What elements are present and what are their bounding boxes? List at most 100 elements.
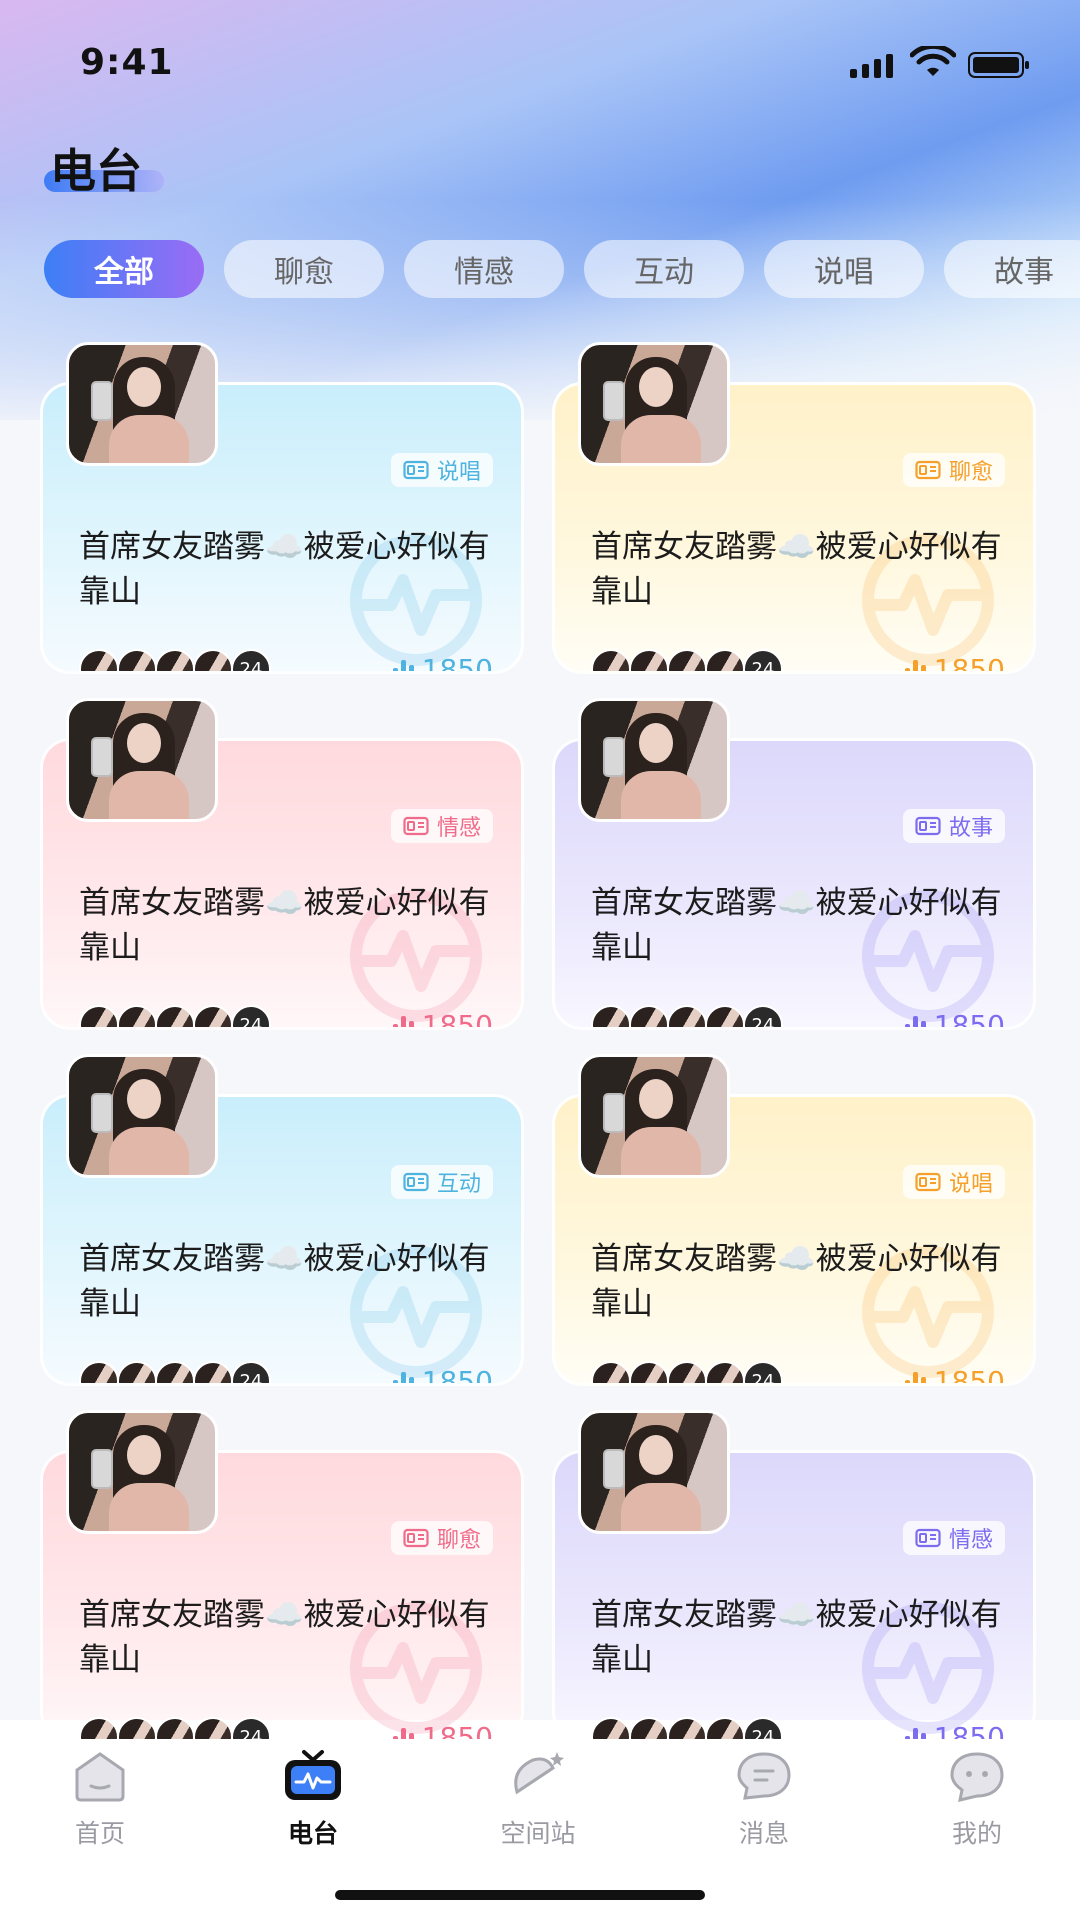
card-title: 首席女友踏雾☁️被爱心好似有靠山 — [79, 885, 490, 966]
listener-avatars: 24 — [591, 649, 783, 671]
listener-avatar — [629, 1717, 669, 1739]
audio-bars-icon — [392, 1015, 414, 1027]
radio-icon — [403, 460, 429, 480]
radio-room-card[interactable]: 聊愈 首席女友踏雾☁️被爱心好似有靠山 24 1850 — [40, 1410, 524, 1742]
category-tag: 情感 — [902, 1521, 1005, 1555]
listener-count: 24 — [231, 1361, 271, 1383]
play-count: 1850 — [904, 1009, 1005, 1027]
audio-bars-icon — [392, 659, 414, 671]
category-tag-label: 情感 — [948, 1528, 993, 1553]
category-tag-label: 说唱 — [948, 1172, 993, 1197]
listener-avatars: 24 — [79, 1361, 271, 1383]
play-count-value: 1850 — [933, 1721, 1005, 1742]
radio-room-card[interactable]: 互动 首席女友踏雾☁️被爱心好似有靠山 24 1850 — [40, 1054, 524, 1386]
radio-icon — [915, 460, 941, 480]
host-avatar — [578, 342, 730, 466]
category-tag-label: 情感 — [436, 816, 481, 841]
play-count: 1850 — [904, 1365, 1005, 1383]
listener-avatar — [667, 1361, 707, 1383]
category-tag: 聊愈 — [390, 1521, 493, 1555]
nav-home[interactable]: 首页 — [35, 1748, 165, 1850]
nav-radio[interactable]: 电台 — [248, 1748, 378, 1850]
play-count: 1850 — [392, 653, 493, 674]
category-tag: 故事 — [902, 809, 1005, 843]
listener-avatar — [79, 1717, 119, 1739]
tab-rap[interactable]: 说唱 — [764, 240, 924, 298]
play-count-value: 1850 — [421, 653, 493, 674]
host-avatar — [578, 1054, 730, 1178]
nav-home-label: 首页 — [74, 1819, 125, 1848]
listener-count: 24 — [231, 649, 271, 671]
host-avatar — [578, 698, 730, 822]
radio-room-card[interactable]: 聊愈首席女友踏雾☁️被爱心好似有靠山 24 1850 — [552, 342, 1036, 674]
category-tag-label: 互动 — [436, 1172, 481, 1197]
profile-chat-icon — [950, 1752, 1004, 1802]
nav-messages[interactable]: 消息 — [699, 1748, 829, 1850]
audio-bars-icon — [904, 1371, 926, 1383]
listener-avatar — [79, 1361, 119, 1383]
nav-messages-label: 消息 — [738, 1819, 789, 1848]
listener-avatar — [705, 649, 745, 671]
play-count: 1850 — [904, 653, 1005, 674]
listener-avatars: 24 — [591, 1361, 783, 1383]
listener-avatar — [155, 1005, 195, 1027]
radio-icon — [915, 1172, 941, 1192]
audio-bars-icon — [904, 659, 926, 671]
listener-avatar — [629, 649, 669, 671]
category-tag: 聊愈 — [902, 453, 1005, 487]
host-avatar — [578, 1410, 730, 1534]
listener-avatar — [193, 1717, 233, 1739]
listener-count: 24 — [743, 1717, 783, 1739]
radio-room-card[interactable]: 说唱首席女友踏雾☁️被爱心好似有靠山 24 1850 — [552, 1054, 1036, 1386]
listener-avatars: 24 — [591, 1005, 783, 1027]
radio-room-card[interactable]: 故事 首席女友踏雾☁️被爱心好似有靠山 24 1850 — [552, 698, 1036, 1030]
play-count: 1850 — [392, 1721, 493, 1742]
listener-avatar — [705, 1361, 745, 1383]
listener-avatar — [591, 1361, 631, 1383]
message-icon — [737, 1752, 791, 1800]
tab-story[interactable]: 故事 — [944, 240, 1080, 298]
radio-room-card[interactable]: 情感 首席女友踏雾☁️被爱心好似有靠山 24 1850 — [552, 1410, 1036, 1742]
radio-room-card[interactable]: 说唱 首席女友踏雾☁️被爱心好似有靠山 24 1850 — [40, 342, 524, 674]
audio-bars-icon — [392, 1371, 414, 1383]
tab-emotion[interactable]: 情感 — [404, 240, 564, 298]
card-title: 首席女友踏雾☁️被爱心好似有靠山 — [591, 1241, 1002, 1322]
listener-count: 24 — [231, 1005, 271, 1027]
tab-healing[interactable]: 聊愈 — [224, 240, 384, 298]
play-count: 1850 — [392, 1365, 493, 1386]
tab-all[interactable]: 全部 — [44, 240, 204, 298]
play-count-value: 1850 — [421, 1365, 493, 1386]
planet-icon — [514, 1752, 564, 1795]
nav-profile[interactable]: 我的 — [912, 1748, 1042, 1850]
category-tabs: 全部 聊愈 情感 互动 说唱 故事 — [44, 240, 1080, 300]
listener-avatar — [155, 649, 195, 671]
listener-avatar — [155, 1717, 195, 1739]
nav-space-station[interactable]: 空间站 — [473, 1748, 603, 1850]
home-indicator — [335, 1890, 705, 1900]
play-count-value: 1850 — [933, 653, 1005, 674]
listener-avatar — [629, 1361, 669, 1383]
listener-avatar — [79, 649, 119, 671]
listener-avatar — [117, 1717, 157, 1739]
host-avatar — [66, 1410, 218, 1534]
listener-avatar — [117, 649, 157, 671]
category-tag: 说唱 — [902, 1165, 1005, 1199]
listener-avatar — [629, 1005, 669, 1027]
listener-avatar — [193, 649, 233, 671]
listener-avatar — [591, 1005, 631, 1027]
radio-room-card[interactable]: 情感 首席女友踏雾☁️被爱心好似有靠山 24 1850 — [40, 698, 524, 1030]
play-count-value: 1850 — [421, 1721, 493, 1742]
category-tag-label: 说唱 — [436, 460, 481, 485]
host-avatar — [66, 698, 218, 822]
listener-avatar — [155, 1361, 195, 1383]
listener-avatar — [193, 1005, 233, 1027]
radio-icon — [403, 816, 429, 836]
radio-icon — [915, 816, 941, 836]
audio-bars-icon — [904, 1015, 926, 1027]
radio-tv-icon — [285, 1750, 341, 1800]
card-title: 首席女友踏雾☁️被爱心好似有靠山 — [591, 529, 1002, 610]
radio-icon — [403, 1172, 429, 1192]
listener-avatars: 24 — [79, 649, 271, 671]
tab-interaction[interactable]: 互动 — [584, 240, 744, 298]
radio-icon — [915, 1528, 941, 1548]
